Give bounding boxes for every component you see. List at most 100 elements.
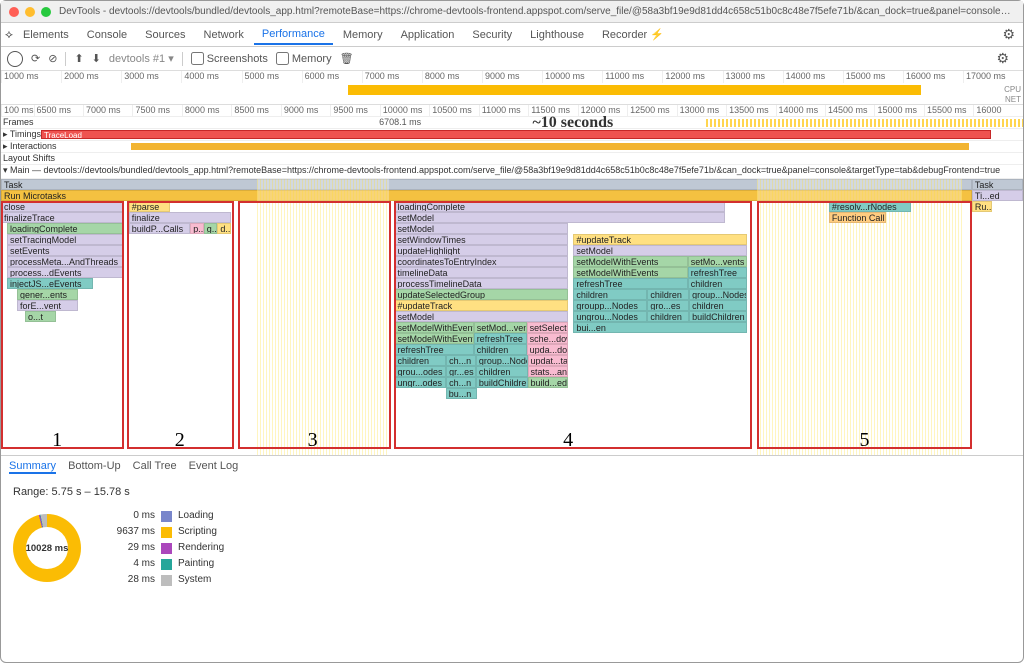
tab-security[interactable]: Security (464, 26, 520, 44)
fn-setModelWithEvents[interactable]: setModelWithEvents (394, 322, 473, 333)
fn-rt2[interactable]: refreshTree (688, 267, 747, 278)
fn-schedow[interactable]: sche...dow (527, 333, 569, 344)
fn-setTracingModel[interactable]: setTracingModel (7, 234, 124, 245)
layout-shifts-track[interactable]: Layout Shifts (1, 153, 1023, 165)
fn-gn5[interactable]: group...Nodes (689, 289, 747, 300)
fn-setWindowTimes[interactable]: setWindowTimes (394, 234, 568, 245)
screenshots-checkbox[interactable]: Screenshots (191, 52, 268, 65)
main-ruler[interactable]: 100 ms 6500 ms7000 ms7500 ms8000 ms8500 … (1, 105, 1023, 117)
fn-setSelection[interactable]: setSelection (527, 322, 569, 333)
fn-bc2[interactable]: buildChildren (689, 311, 747, 322)
fn-groupNodes2[interactable]: group...Nodes (476, 355, 528, 366)
frames-track[interactable]: Frames 6708.1 ms ~10 seconds (1, 117, 1023, 129)
fn-finalizeTrace[interactable]: finalizeTrace (1, 212, 124, 223)
fn-chn[interactable]: ch...n (446, 355, 476, 366)
interaction-bar[interactable] (131, 143, 969, 150)
memory-checkbox[interactable]: Memory (276, 52, 332, 65)
fn-buildeded[interactable]: build...eded (528, 377, 569, 388)
tab-bottom-up[interactable]: Bottom-Up (68, 460, 121, 474)
fn-coordinates[interactable]: coordinatesToEntryIndex (394, 256, 568, 267)
tab-console[interactable]: Console (79, 26, 135, 44)
fn-buien[interactable]: bui...en (573, 322, 747, 333)
inspect-icon[interactable]: ⟡ (5, 27, 13, 42)
fn-statsange[interactable]: stats...ange (528, 366, 569, 377)
fn-d[interactable]: d... (217, 223, 231, 234)
minimize-window-button[interactable] (25, 7, 35, 17)
tab-lighthouse[interactable]: Lighthouse (522, 26, 592, 44)
fn-ot[interactable]: o...t (25, 311, 56, 322)
fn-ch4b[interactable]: children (647, 289, 689, 300)
reload-record-button[interactable]: ⟳ (31, 52, 40, 65)
flame-chart[interactable]: Task Run Microtasks Task Ti...ed Ru...ks… (1, 179, 1023, 455)
fn-loadingComplete[interactable]: loadingComplete (7, 223, 124, 234)
fn-close[interactable]: close (1, 201, 124, 212)
fn-children4[interactable]: children (476, 366, 528, 377)
fn-ch4[interactable]: children (573, 289, 647, 300)
fn-bun[interactable]: bu...n (446, 388, 478, 399)
settings-icon[interactable]: ⚙ (1002, 26, 1015, 43)
fn-children[interactable]: children (394, 355, 446, 366)
fn-chn2[interactable]: ch...n (446, 377, 476, 388)
fn-parse[interactable]: #parse (129, 201, 170, 212)
close-window-button[interactable] (9, 7, 19, 17)
zoom-window-button[interactable] (41, 7, 51, 17)
fn-processTimelineData[interactable]: processTimelineData (394, 278, 568, 289)
fn-gn4[interactable]: groupp...Nodes (573, 300, 647, 311)
interactions-track[interactable]: ▸ Interactions (1, 141, 1023, 153)
fn-gener[interactable]: gener...ents (17, 289, 78, 300)
flame-task-2[interactable]: Task (972, 179, 1023, 190)
fn-buildP[interactable]: buildP...Calls (129, 223, 190, 234)
fn-setModel1[interactable]: setModel (394, 212, 724, 223)
recording-select[interactable]: devtools #1 ▾ (109, 52, 174, 65)
fn-ch6[interactable]: children (689, 300, 747, 311)
tab-application[interactable]: Application (393, 26, 463, 44)
record-button[interactable] (7, 51, 23, 67)
tab-performance[interactable]: Performance (254, 25, 333, 45)
load-profile-button[interactable]: ⬆ (74, 52, 83, 65)
fn-ungrodes[interactable]: ungr...odes (394, 377, 446, 388)
fn-updateTrack[interactable]: #updateTrack (394, 300, 568, 311)
fn-updadow[interactable]: upda...dow (527, 344, 569, 355)
fn-ch5[interactable]: children (688, 278, 747, 289)
fn-updatstats[interactable]: updat...tats (528, 355, 569, 366)
capture-settings-icon[interactable]: ⚙ (996, 50, 1009, 67)
fn-functionCall[interactable]: Function Call (829, 212, 886, 223)
fn-smwe[interactable]: setModelWithEvents (573, 256, 687, 267)
fn-ch7[interactable]: children (647, 311, 689, 322)
timings-track[interactable]: ▸ Timings TraceLoad (1, 129, 1023, 141)
tab-elements[interactable]: Elements (15, 26, 77, 44)
fn-updateHighlight[interactable]: updateHighlight (394, 245, 568, 256)
flame-ruks[interactable]: Ru...ks (972, 201, 992, 212)
fn-updateSelectedGroup[interactable]: updateSelectedGroup (394, 289, 568, 300)
fn-finalize[interactable]: finalize (129, 212, 231, 223)
traceload-timing[interactable]: TraceLoad (41, 130, 991, 139)
tab-network[interactable]: Network (196, 26, 252, 44)
fn-injectJS[interactable]: injectJS...eEvents (7, 278, 93, 289)
tab-event-log[interactable]: Event Log (189, 460, 239, 474)
fn-processd[interactable]: process...dEvents (7, 267, 124, 278)
fn-grouodes[interactable]: grou...odes (394, 366, 446, 377)
fn-setEvents[interactable]: setEvents (7, 245, 124, 256)
fn-refreshTree2[interactable]: refreshTree (474, 333, 527, 344)
fn-setModel4[interactable]: setModel (573, 245, 747, 256)
clear-button[interactable]: ⊘ (48, 52, 57, 65)
fn-setModVents[interactable]: setMod...vents (474, 322, 527, 333)
fn-setModelWithEvents2[interactable]: setModelWithEvents (394, 333, 473, 344)
fn-processMeta[interactable]: processMeta...AndThreads (7, 256, 124, 267)
fn-ugn[interactable]: ungrou...Nodes (573, 311, 647, 322)
tab-summary[interactable]: Summary (9, 460, 56, 474)
fn-setModel2[interactable]: setModel (394, 223, 568, 234)
tab-call-tree[interactable]: Call Tree (133, 460, 177, 474)
fn-p[interactable]: p... (190, 223, 204, 234)
fn-g[interactable]: g... (204, 223, 218, 234)
gc-button[interactable]: 🗑 (340, 52, 354, 65)
fn-smov[interactable]: setMo...vents (688, 256, 747, 267)
flame-tied[interactable]: Ti...ed (972, 190, 1023, 201)
overview-timeline[interactable]: 1000 ms2000 ms3000 ms4000 ms5000 ms6000 … (1, 71, 1023, 105)
fn-rt3[interactable]: refreshTree (573, 278, 687, 289)
fn-buildChildren[interactable]: buildChildren (476, 377, 528, 388)
main-track-header[interactable]: ▾ Main — devtools://devtools/bundled/dev… (1, 165, 1023, 179)
tab-recorder[interactable]: Recorder ⚡ (594, 25, 672, 44)
fn-children3[interactable]: children (474, 344, 527, 355)
tab-memory[interactable]: Memory (335, 26, 391, 44)
